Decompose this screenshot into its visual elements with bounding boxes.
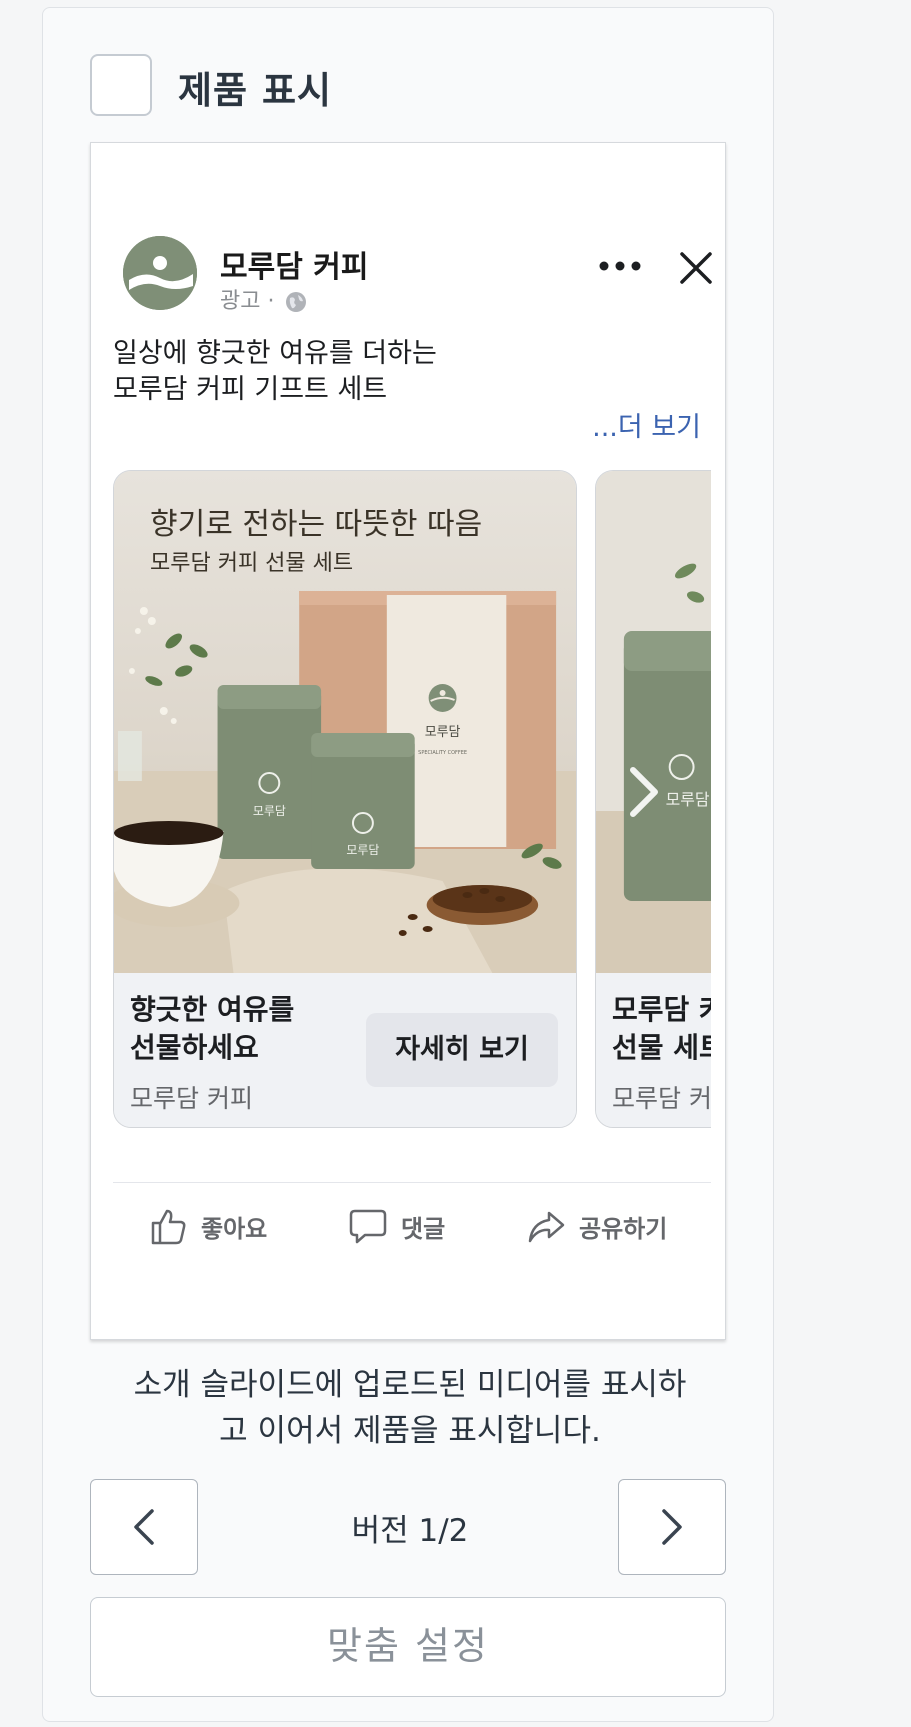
panel-title: 제품 표시 <box>178 69 333 112</box>
ad-primary-text: 일상에 향긋한 여유를 더하는 모루담 커피 기프트 세트 <box>113 336 437 408</box>
card-footer: 모루담 커 선물 세트 모루담 커피 <box>596 973 711 1127</box>
like-button[interactable]: 좋아요 <box>149 1207 267 1245</box>
comment-icon <box>349 1209 387 1244</box>
show-product-checkbox[interactable] <box>90 54 152 116</box>
page-avatar[interactable] <box>123 236 197 310</box>
image-subheadline: 모루담 커피 선물 세트 <box>150 551 354 576</box>
previous-version-button[interactable] <box>90 1479 198 1575</box>
tin-label: 모루담 <box>346 843 379 857</box>
brand-logo-icon <box>123 236 197 310</box>
close-icon[interactable] <box>678 250 714 286</box>
thumbs-up-icon <box>151 1209 186 1245</box>
like-label: 좋아요 <box>201 1214 268 1243</box>
card-headline: 향긋한 여유를 선물하세요 <box>130 993 295 1064</box>
image-headline: 향기로 전하는 따뜻한 따음 <box>150 507 483 542</box>
learn-more-button[interactable]: 자세히 보기 <box>366 1013 558 1087</box>
carousel-card[interactable]: 모루담 SPECIALITY COFFEE 모루담 모루담 향기로 전하는 따뜻… <box>113 470 577 1128</box>
comment-button[interactable]: 댓글 <box>349 1207 445 1245</box>
tin-label: 모루담 <box>666 790 710 809</box>
comment-label: 댓글 <box>401 1214 446 1243</box>
see-more-link[interactable]: ...더 보기 <box>592 405 701 444</box>
carousel-next-icon[interactable] <box>627 766 661 818</box>
share-icon <box>528 1211 565 1243</box>
card-headline: 모루담 커 선물 세트 <box>612 993 711 1064</box>
tin-label: 모루담 <box>253 804 286 818</box>
next-version-button[interactable] <box>618 1479 726 1575</box>
share-label: 공유하기 <box>579 1214 668 1243</box>
ad-text-line: 일상에 향긋한 여유를 더하는 <box>113 338 437 369</box>
box-tagline: SPECIALITY COFFEE <box>418 750 467 756</box>
chevron-left-icon <box>134 1509 154 1545</box>
card-brand: 모루담 커피 <box>130 1084 253 1113</box>
post-actions-bar: 좋아요 댓글 공유하기 <box>113 1182 711 1253</box>
card-footer: 향긋한 여유를 선물하세요 모루담 커피 자세히 보기 <box>114 973 576 1127</box>
card-brand: 모루담 커피 <box>612 1084 711 1113</box>
box-brand-label: 모루담 <box>425 725 461 740</box>
sponsored-label: 광고 · <box>220 283 307 315</box>
globe-icon <box>286 292 307 312</box>
page-name[interactable]: 모루담 커피 <box>220 242 368 286</box>
ad-text-line: 모루담 커피 기프트 세트 <box>113 374 388 405</box>
product-image: 모루담 <box>596 471 711 973</box>
format-description-text: 소개 슬라이드에 업로드된 미디어를 표시하 고 이어서 제품을 표시합니다. <box>133 1367 687 1449</box>
product-carousel: 모루담 SPECIALITY COFFEE 모루담 모루담 향기로 전하는 따뜻… <box>113 470 711 1130</box>
customize-button[interactable]: 맞춤 설정 <box>90 1597 726 1697</box>
format-description: 소개 슬라이드에 업로드된 미디어를 표시하 고 이어서 제품을 표시합니다. <box>80 1362 740 1454</box>
sponsored-text: 광고 · <box>220 289 275 314</box>
version-indicator: 버전 1/2 <box>351 1513 469 1549</box>
share-button[interactable]: 공유하기 <box>527 1207 667 1245</box>
more-options-icon[interactable] <box>598 258 642 274</box>
chevron-right-icon <box>662 1509 682 1545</box>
